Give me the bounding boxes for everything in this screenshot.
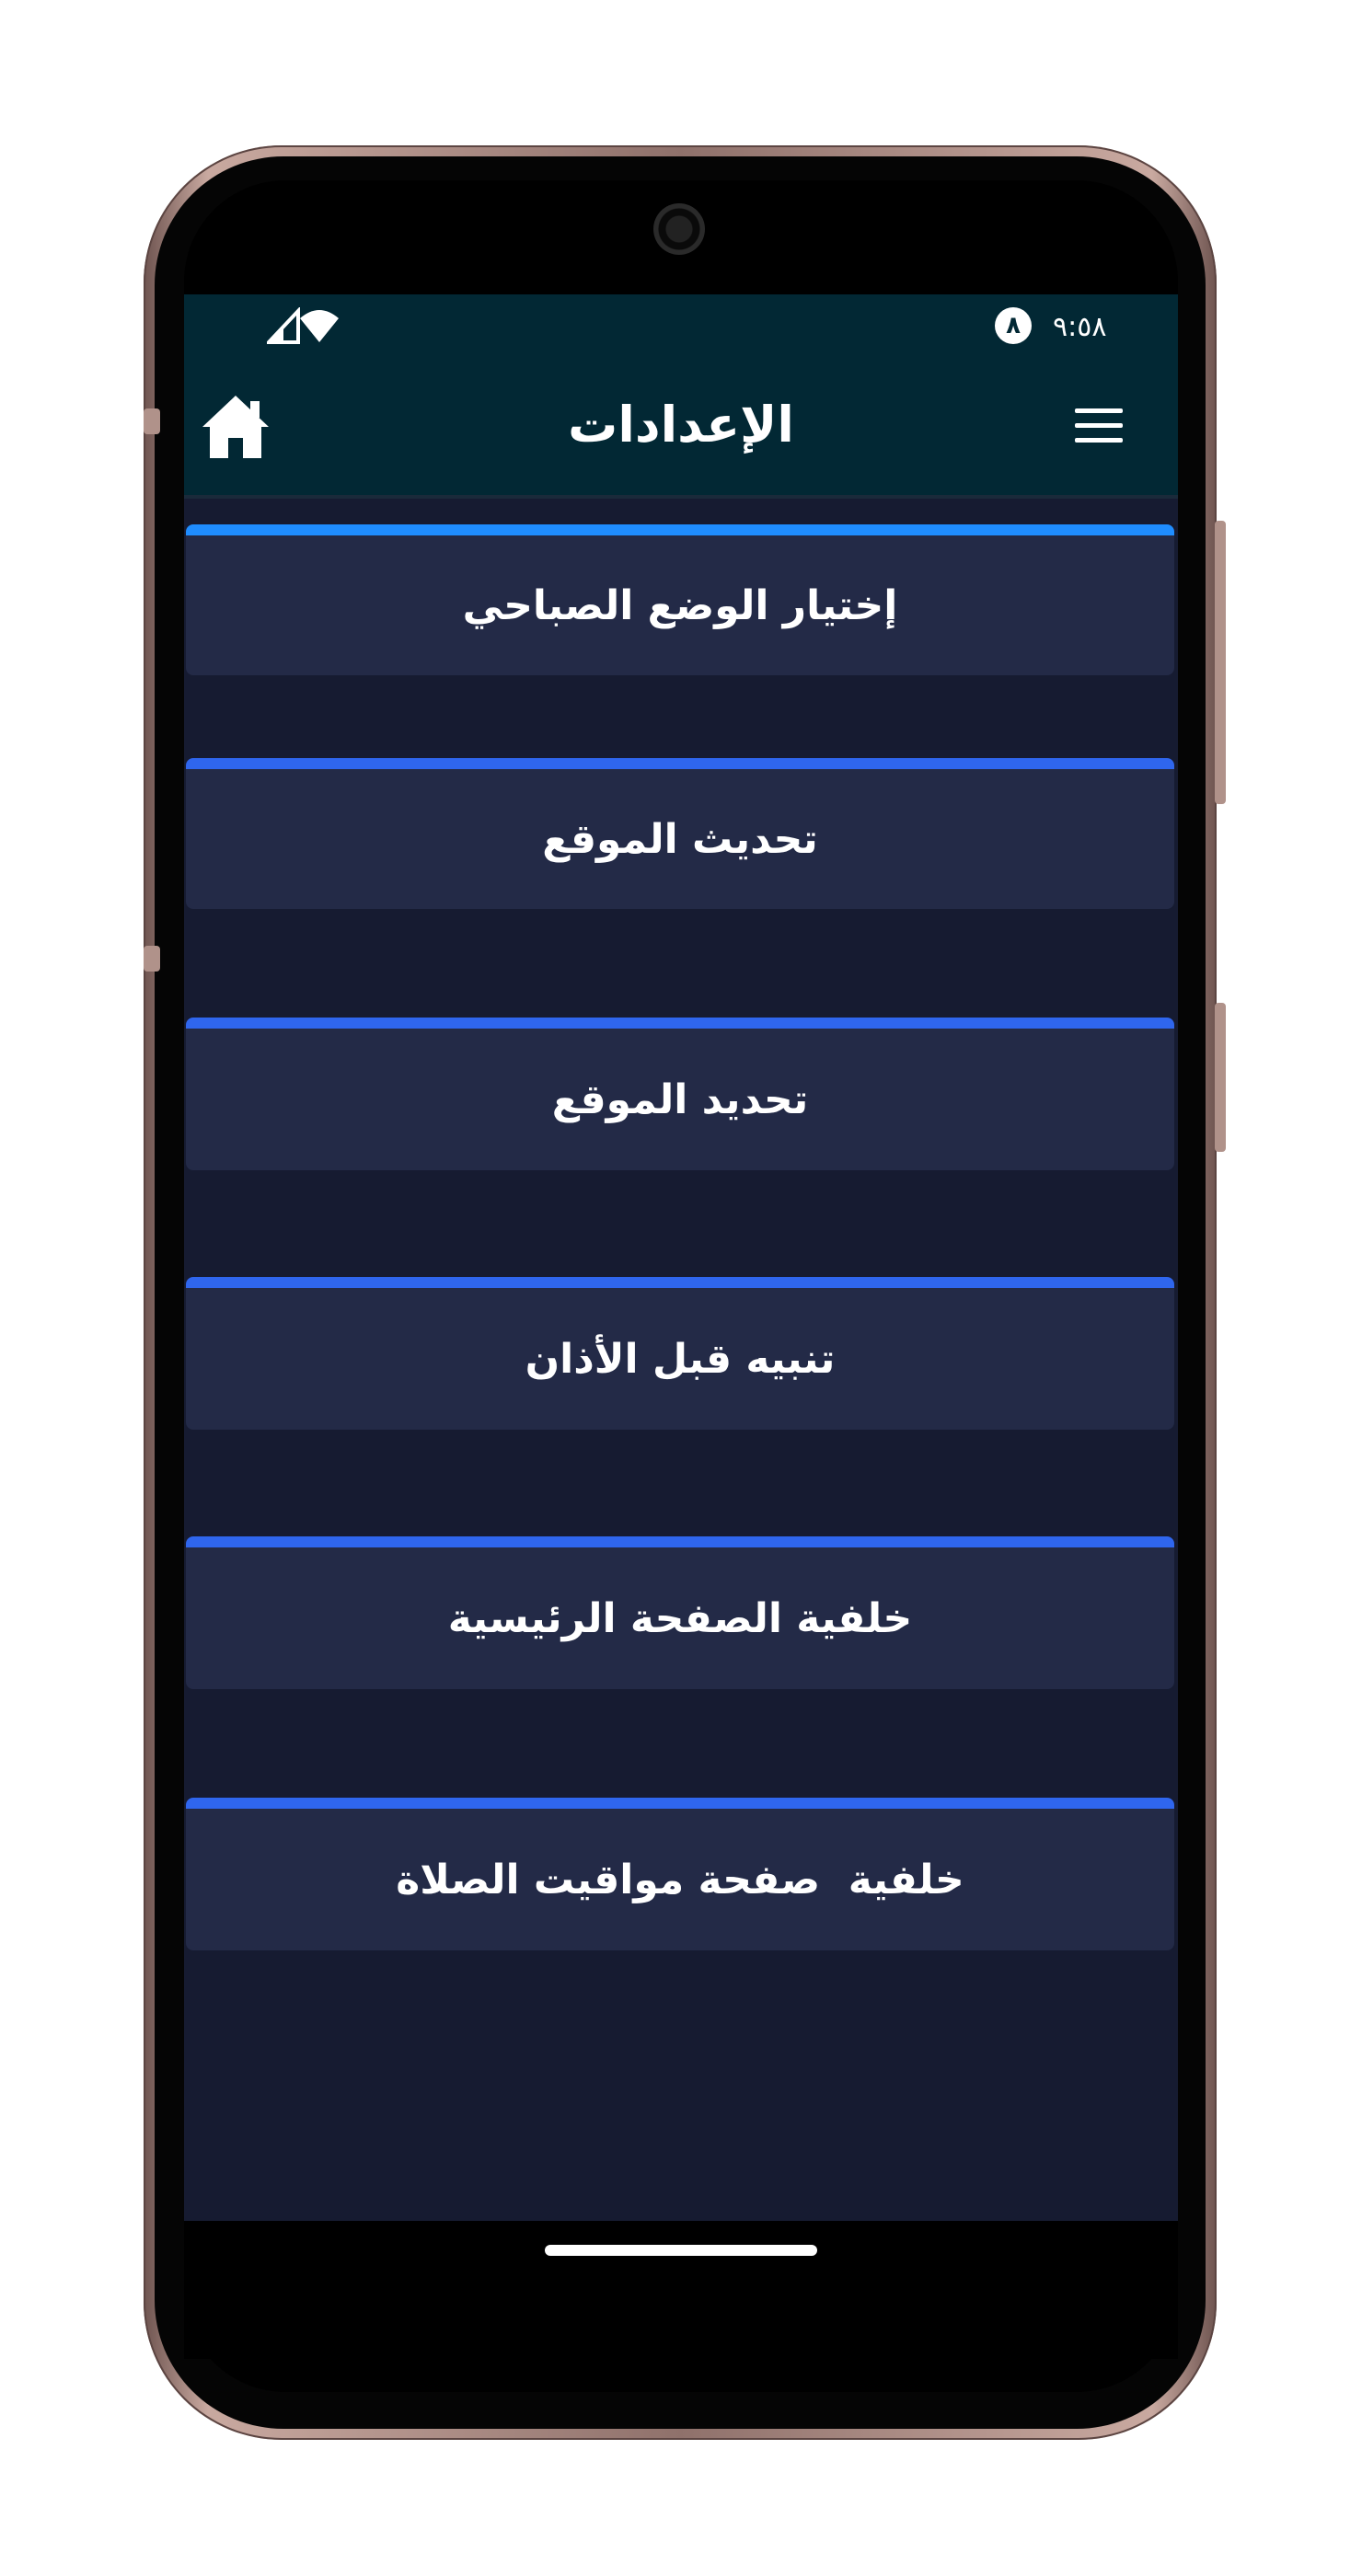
- setting-item-label: تحديث الموقع: [542, 815, 818, 863]
- power-button: [1215, 1003, 1226, 1152]
- wifi-icon: [300, 310, 339, 342]
- setting-item-label: خلفية الصفحة الرئيسية: [447, 1594, 913, 1642]
- front-camera: [653, 203, 705, 255]
- status-bar: ٨ ٩:٥٨: [184, 294, 1178, 368]
- setting-item-set-location[interactable]: تحديد الموقع: [186, 1018, 1174, 1170]
- notification-badge: ٨: [995, 307, 1032, 344]
- setting-item-update-location[interactable]: تحديث الموقع: [186, 758, 1174, 909]
- setting-item-label: تحديد الموقع: [551, 1075, 809, 1123]
- left-frame-mark: [144, 946, 160, 972]
- signal-icon: [267, 307, 300, 344]
- setting-item-label: خلفية صفحة مواقيت الصلاة: [396, 1856, 964, 1903]
- navigation-bar: [184, 2221, 1178, 2359]
- setting-item-prayer-times-background[interactable]: خلفية صفحة مواقيت الصلاة: [186, 1798, 1174, 1950]
- setting-item-morning-mode[interactable]: إختيار الوضع الصباحي: [186, 524, 1174, 675]
- home-indicator[interactable]: [545, 2245, 817, 2256]
- setting-item-pre-adhan-alert[interactable]: تنبيه قبل الأذان: [186, 1277, 1174, 1430]
- setting-item-home-background[interactable]: خلفية الصفحة الرئيسية: [186, 1536, 1174, 1689]
- setting-item-label: إختيار الوضع الصباحي: [462, 581, 898, 629]
- settings-screen: ٨ ٩:٥٨ الإعدادات إختيار الوضع الصباحي تح…: [184, 294, 1178, 2221]
- left-frame-mark: [144, 408, 160, 434]
- status-time: ٩:٥٨: [1053, 311, 1107, 343]
- page-title: الإعدادات: [568, 396, 794, 454]
- menu-icon[interactable]: [1075, 408, 1125, 449]
- setting-item-label: تنبيه قبل الأذان: [525, 1335, 836, 1383]
- volume-button: [1215, 521, 1226, 804]
- app-bar: الإعدادات: [184, 368, 1178, 499]
